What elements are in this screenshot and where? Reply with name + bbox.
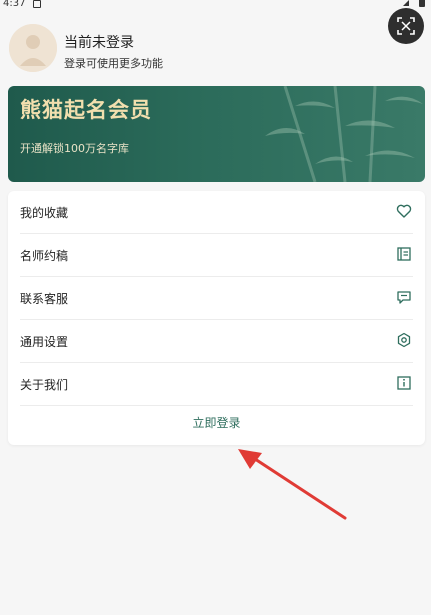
menu-item-label: 联系客服 — [20, 292, 69, 306]
heart-icon — [396, 204, 412, 218]
bamboo-decoration-icon — [265, 86, 423, 182]
vip-subtitle: 开通解锁100万名字库 — [20, 142, 129, 155]
vip-membership-banner[interactable]: 熊猫起名会员 开通解锁100万名字库 — [8, 86, 425, 182]
menu-item-label: 关于我们 — [20, 378, 69, 392]
menu-item-label: 通用设置 — [20, 335, 69, 349]
menu-card: 我的收藏 名师约稿 联系客服 通用设置 关于我们 立即登录 — [8, 191, 425, 445]
menu-item-customer-service[interactable]: 联系客服 — [8, 277, 425, 320]
user-header[interactable]: 当前未登录 登录可使用更多功能 — [0, 18, 431, 82]
menu-item-label: 我的收藏 — [20, 206, 69, 220]
annotation-arrow-icon — [238, 449, 347, 520]
menu-item-favorites[interactable]: 我的收藏 — [8, 191, 425, 234]
divider — [20, 405, 413, 406]
login-status-title: 当前未登录 — [64, 35, 134, 51]
menu-item-about[interactable]: 关于我们 — [8, 363, 425, 406]
vip-title: 熊猫起名会员 — [20, 97, 152, 122]
default-avatar-icon — [9, 24, 57, 72]
chat-icon — [397, 291, 411, 304]
menu-item-label: 名师约稿 — [20, 249, 69, 263]
settings-icon — [397, 332, 411, 348]
status-bar: 4:37 — [0, 0, 431, 12]
avatar[interactable] — [9, 24, 57, 72]
menu-item-settings[interactable]: 通用设置 — [8, 320, 425, 363]
document-icon — [397, 247, 411, 261]
status-time: 4:37 — [3, 0, 26, 9]
login-button[interactable]: 立即登录 — [8, 408, 425, 438]
sim-icon — [33, 0, 41, 8]
signal-battery-icon — [403, 0, 425, 7]
login-status-subtitle: 登录可使用更多功能 — [64, 57, 163, 70]
menu-item-commission[interactable]: 名师约稿 — [8, 234, 425, 277]
info-icon — [397, 376, 411, 390]
